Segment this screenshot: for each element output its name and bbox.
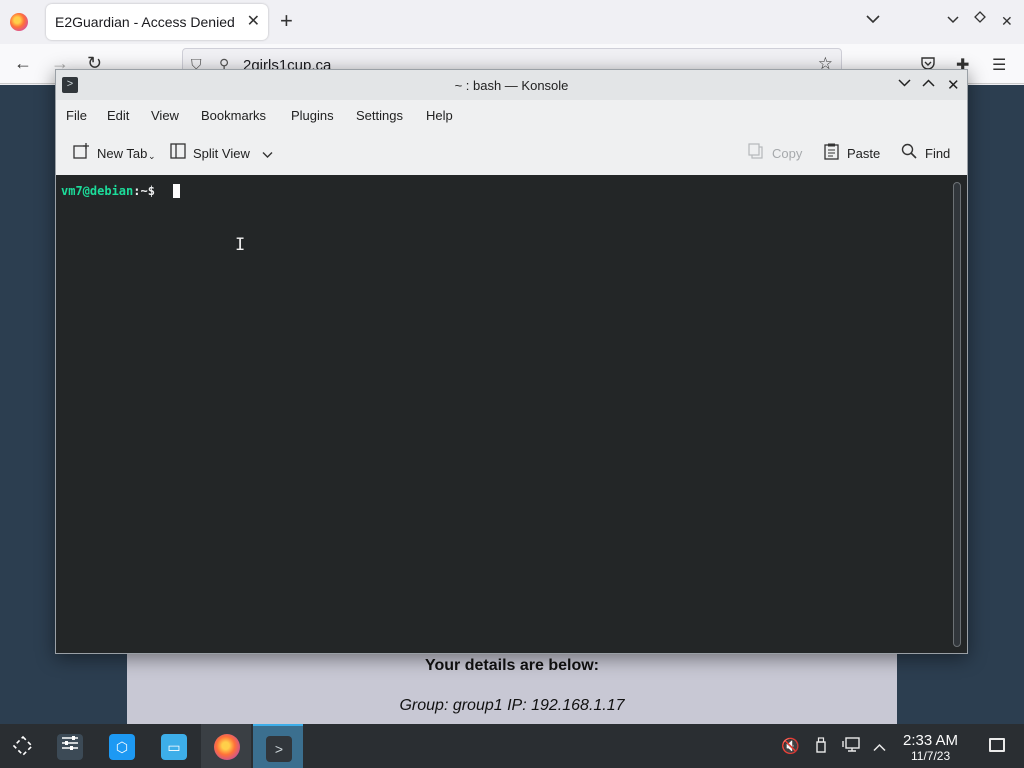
menu-edit[interactable]: Edit [107,108,129,123]
tray-expand-icon[interactable] [873,739,886,756]
main-toolbar: New Tab ⌄ Split View Copy Paste Find [56,134,967,172]
split-view-dropdown-icon[interactable] [262,146,273,164]
prompt-path: :~$ [133,184,155,198]
konsole-window: > ~ : bash — Konsole ✕ File Edit View Bo… [55,69,968,654]
folder-icon: ▭ [161,734,187,760]
window-title: ~ : bash — Konsole [454,78,569,93]
clock-date[interactable]: 11/7/23 [911,749,950,763]
close-icon[interactable]: ✕ [947,76,960,94]
menu-bookmarks[interactable]: Bookmarks [201,108,266,123]
minimize-icon[interactable] [946,12,960,28]
menu-plugins[interactable]: Plugins [291,108,334,123]
prompt-user-host: vm7@debian [61,184,134,198]
details-heading: Your details are below: [425,657,599,674]
menu-help[interactable]: Help [426,108,453,123]
mouse-ibeam-cursor: I [235,235,246,255]
new-tab-dropdown-icon[interactable]: ⌄ [148,151,156,162]
menu-view[interactable]: View [151,108,179,123]
find-icon[interactable] [901,143,917,164]
minimize-icon[interactable] [898,75,911,92]
maximize-icon[interactable] [974,10,986,27]
paste-button[interactable]: Paste [847,146,880,161]
show-desktop-icon[interactable] [989,738,1005,752]
settings-sliders-icon [57,734,83,760]
menu-file[interactable]: File [66,108,87,123]
browser-tab-active[interactable]: E2Guardian - Access Denied ✕ [46,4,268,40]
firefox-icon [10,13,28,31]
clock-time[interactable]: 2:33 AM [903,732,958,749]
tab-title: E2Guardian - Access Denied [55,14,235,30]
task-system-settings[interactable] [44,724,94,768]
shell-prompt: vm7@debian:~$ [61,184,155,198]
application-launcher[interactable] [0,724,50,768]
removable-device-icon[interactable] [815,737,827,757]
hamburger-menu-icon[interactable]: ☰ [992,55,1006,75]
menu-settings[interactable]: Settings [356,108,403,123]
launcher-icon [10,734,36,760]
discover-store-icon: ⬡ [109,734,135,760]
close-window-icon[interactable]: ✕ [1001,13,1013,30]
taskbar: ⬡ ▭ > 🔇 2:33 AM 11/7/23 [0,724,1024,768]
terminal-area[interactable]: vm7@debian:~$ I [56,175,967,653]
group-ip-line: Group: group1 IP: 192.168.1.17 [399,697,625,714]
split-view-icon[interactable] [170,143,186,164]
copy-icon[interactable] [748,143,764,164]
list-all-tabs-icon[interactable] [866,12,880,27]
firefox-tab-bar: E2Guardian - Access Denied ✕ + ✕ [0,0,1024,44]
new-tab-icon[interactable] [73,143,90,165]
task-firefox[interactable] [201,724,251,768]
new-tab-button[interactable]: + [280,9,293,33]
new-tab-button[interactable]: New Tab [97,146,147,161]
terminal-scrollbar[interactable] [953,182,961,647]
task-konsole[interactable]: > [253,724,303,768]
task-discover[interactable]: ⬡ [96,724,146,768]
konsole-titlebar[interactable]: > ~ : bash — Konsole ✕ [56,70,967,100]
maximize-icon[interactable] [922,75,935,92]
copy-button[interactable]: Copy [772,146,802,161]
volume-muted-icon[interactable]: 🔇 [781,737,800,755]
find-button[interactable]: Find [925,146,950,161]
paste-icon[interactable] [824,143,839,165]
back-icon[interactable]: ← [14,53,32,73]
menu-bar: File Edit View Bookmarks Plugins Setting… [56,100,967,130]
firefox-taskbar-icon [214,734,240,760]
task-dolphin[interactable]: ▭ [148,724,198,768]
text-cursor [173,184,180,198]
split-view-button[interactable]: Split View [193,146,250,161]
konsole-taskbar-icon: > [266,736,292,762]
network-icon[interactable] [842,737,860,757]
close-tab-icon[interactable]: ✕ [247,11,260,31]
